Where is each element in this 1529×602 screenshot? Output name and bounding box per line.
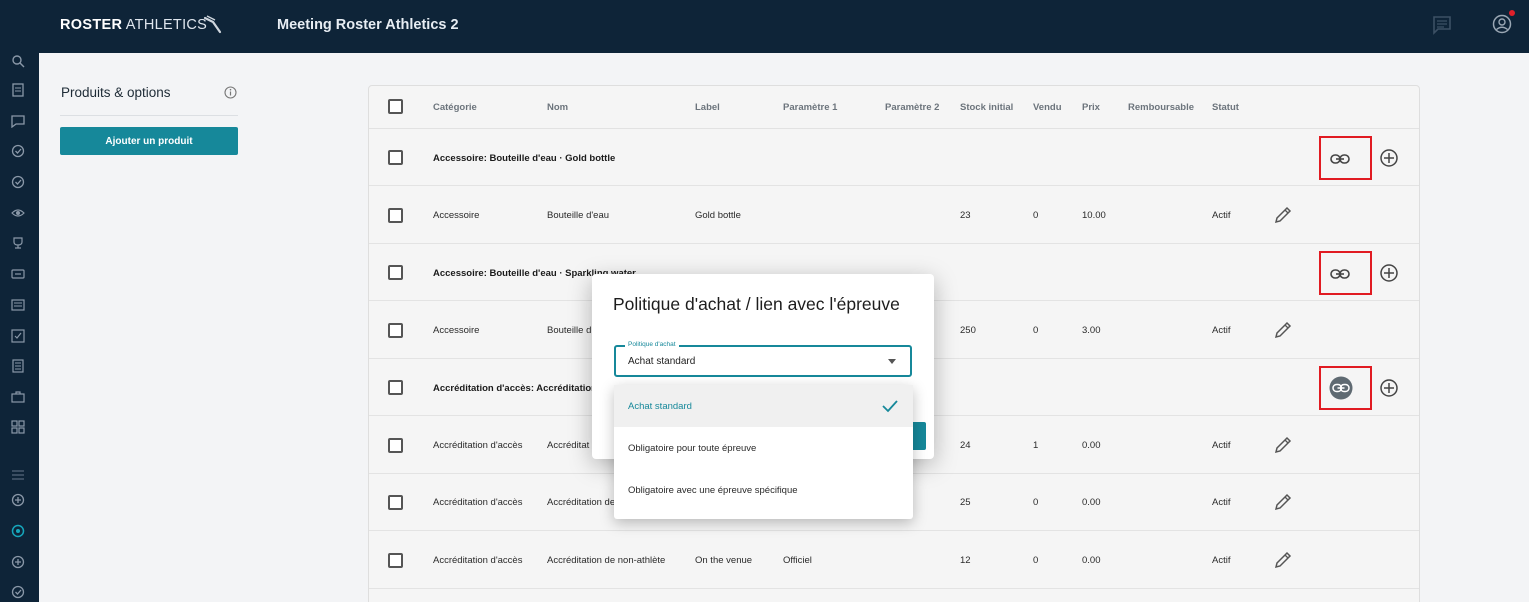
menu-option-obligatoire-toute[interactable]: Obligatoire pour toute épreuve [614, 427, 913, 469]
menu-option-obligatoire-specifique[interactable]: Obligatoire avec une épreuve spécifique [614, 469, 913, 511]
purchase-policy-menu: Achat standard Obligatoire pour toute ép… [614, 385, 913, 519]
select-label: Politique d'achat [625, 341, 679, 348]
checkmark-icon [882, 400, 898, 413]
menu-option-achat-standard[interactable]: Achat standard [614, 385, 913, 427]
dialog-title: Politique d'achat / lien avec l'épreuve [613, 294, 900, 314]
option-label: Achat standard [628, 401, 692, 412]
option-label: Obligatoire avec une épreuve spécifique [628, 485, 798, 496]
dropdown-caret-icon[interactable] [888, 359, 896, 364]
option-label: Obligatoire pour toute épreuve [628, 443, 757, 454]
purchase-policy-select[interactable]: Politique d'achat Achat standard [614, 341, 912, 377]
select-value: Achat standard [628, 356, 696, 367]
